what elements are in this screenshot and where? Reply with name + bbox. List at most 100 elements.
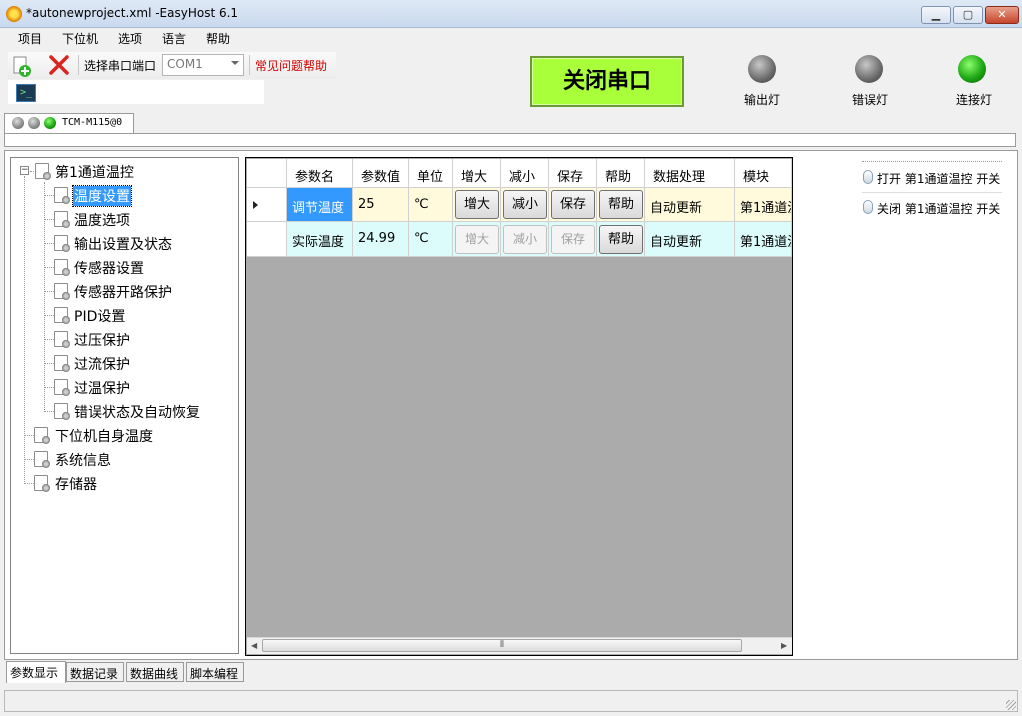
tree-connector — [44, 219, 54, 220]
menu-project[interactable]: 项目 — [16, 30, 44, 47]
terminal-icon[interactable]: >_ — [16, 84, 36, 102]
tree-item-sensor-open-protection[interactable]: 传感器开路保护 — [74, 282, 172, 302]
tree-item-root[interactable]: 第1通道温控 — [55, 162, 134, 182]
tree-item-sensor-settings[interactable]: 传感器设置 — [74, 258, 144, 278]
page-icon — [35, 163, 51, 180]
scroll-left-icon[interactable]: ◀ — [251, 641, 257, 650]
table-cell-name[interactable]: 实际温度 — [287, 222, 353, 257]
column-header-module[interactable]: 模块 — [735, 159, 792, 188]
help-button[interactable]: 帮助 — [599, 190, 643, 219]
close-switch-label: 关闭 第1通道温控 开关 — [877, 202, 1001, 216]
table-cell-processing: 自动更新 — [645, 188, 735, 222]
save-button[interactable]: 保存 — [551, 225, 595, 254]
column-header-processing[interactable]: 数据处理 — [645, 159, 735, 188]
column-header-increase[interactable]: 增大 — [453, 159, 501, 188]
secondary-toolbar — [8, 80, 264, 104]
decrease-button[interactable]: 减小 — [503, 190, 547, 219]
divider — [862, 161, 1002, 162]
column-header-value[interactable]: 参数值 — [353, 159, 409, 188]
tree-item-error-recovery[interactable]: 错误状态及自动恢复 — [74, 402, 200, 422]
close-window-button[interactable]: ✕ — [985, 6, 1019, 24]
port-select[interactable]: COM1 — [162, 54, 244, 76]
maximize-button[interactable]: ▢ — [953, 6, 983, 24]
status-dot-icon — [28, 117, 40, 129]
page-icon — [54, 235, 70, 252]
tree-item-device-temperature[interactable]: 下位机自身温度 — [55, 426, 153, 446]
menu-language[interactable]: 语言 — [160, 30, 188, 47]
tree-connector — [44, 315, 54, 316]
device-name: TCM-M115@0 — [62, 117, 123, 128]
tab-parameter-display[interactable]: 参数显示 — [6, 661, 66, 683]
tree-item-temperature-setting[interactable]: 温度设置 — [72, 185, 132, 207]
tree-item-pid-settings[interactable]: PID设置 — [74, 306, 125, 326]
tree-connector — [44, 411, 54, 412]
tree-connector — [24, 483, 34, 484]
collapse-icon[interactable]: − — [20, 166, 29, 175]
increase-button[interactable]: 增大 — [455, 225, 499, 254]
table-cell-name[interactable]: 调节温度 — [287, 188, 353, 222]
device-tab-strip — [4, 133, 1016, 147]
close-switch-button[interactable]: 关闭 第1通道温控 开关 — [861, 198, 1003, 224]
close-port-button[interactable]: 关闭串口 — [530, 56, 684, 107]
scroll-right-icon[interactable]: ▶ — [781, 641, 787, 650]
column-header-unit[interactable]: 单位 — [409, 159, 453, 188]
tree-item-system-info[interactable]: 系统信息 — [55, 450, 111, 470]
table-cell-processing: 自动更新 — [645, 222, 735, 257]
mouse-icon — [863, 170, 873, 184]
page-icon — [54, 187, 70, 204]
decrease-button[interactable]: 减小 — [503, 225, 547, 254]
column-header-decrease[interactable]: 减小 — [501, 159, 549, 188]
tree-item-overtemperature-protection[interactable]: 过温保护 — [74, 378, 130, 398]
add-file-button[interactable] — [10, 55, 32, 77]
status-dot-icon — [12, 117, 24, 129]
scrollbar-thumb[interactable]: ⦀ — [262, 639, 742, 652]
tree-connector — [44, 195, 54, 196]
connection-lamp-icon — [958, 55, 986, 83]
tree-item-overvoltage-protection[interactable]: 过压保护 — [74, 330, 130, 350]
mouse-icon — [863, 200, 873, 214]
tab-data-log[interactable]: 数据记录 — [66, 662, 124, 682]
menu-options[interactable]: 选项 — [116, 30, 144, 47]
table-cell-value[interactable]: 25 — [353, 188, 409, 222]
column-header-save[interactable]: 保存 — [549, 159, 597, 188]
page-icon — [34, 451, 50, 468]
tree-connector — [44, 387, 54, 388]
app-icon — [6, 6, 22, 22]
tree-connector — [44, 339, 54, 340]
status-dot-icon — [44, 117, 56, 129]
tab-data-curve[interactable]: 数据曲线 — [126, 662, 184, 682]
delete-button[interactable] — [48, 54, 70, 76]
tree-item-output-settings[interactable]: 输出设置及状态 — [74, 234, 172, 254]
resize-grip-icon[interactable] — [1006, 700, 1016, 710]
divider — [862, 192, 1002, 193]
row-header[interactable] — [247, 222, 287, 257]
faq-help-link[interactable]: 常见问题帮助 — [255, 57, 327, 74]
increase-button[interactable]: 增大 — [455, 190, 499, 219]
table-cell-value[interactable]: 24.99 — [353, 222, 409, 257]
tree-item-overcurrent-protection[interactable]: 过流保护 — [74, 354, 130, 374]
column-header-help[interactable]: 帮助 — [597, 159, 645, 188]
column-header-name[interactable]: 参数名 — [287, 159, 353, 188]
open-switch-button[interactable]: 打开 第1通道温控 开关 — [861, 168, 1003, 194]
tree-connector — [44, 267, 54, 268]
table-cell-module: 第1通道温控 — [735, 222, 792, 257]
page-icon — [54, 379, 70, 396]
tree-item-temperature-options[interactable]: 温度选项 — [74, 210, 130, 230]
page-icon — [54, 331, 70, 348]
port-label: 选择串口端口 — [84, 59, 157, 73]
page-icon — [54, 355, 70, 372]
tree-connector — [44, 243, 54, 244]
menu-help[interactable]: 帮助 — [204, 30, 232, 47]
minimize-button[interactable]: ▁ — [921, 6, 951, 24]
menu-device[interactable]: 下位机 — [60, 30, 100, 47]
tree-item-storage[interactable]: 存储器 — [55, 474, 97, 494]
tree-connector — [44, 363, 54, 364]
chevron-down-icon[interactable] — [231, 61, 239, 65]
page-icon — [54, 403, 70, 420]
toolbar-separator — [249, 55, 250, 75]
save-button[interactable]: 保存 — [551, 190, 595, 219]
help-button[interactable]: 帮助 — [599, 225, 643, 254]
table-cell-module: 第1通道温控 — [735, 188, 792, 222]
tab-script[interactable]: 脚本编程 — [186, 662, 244, 682]
tree-connector — [24, 435, 34, 436]
